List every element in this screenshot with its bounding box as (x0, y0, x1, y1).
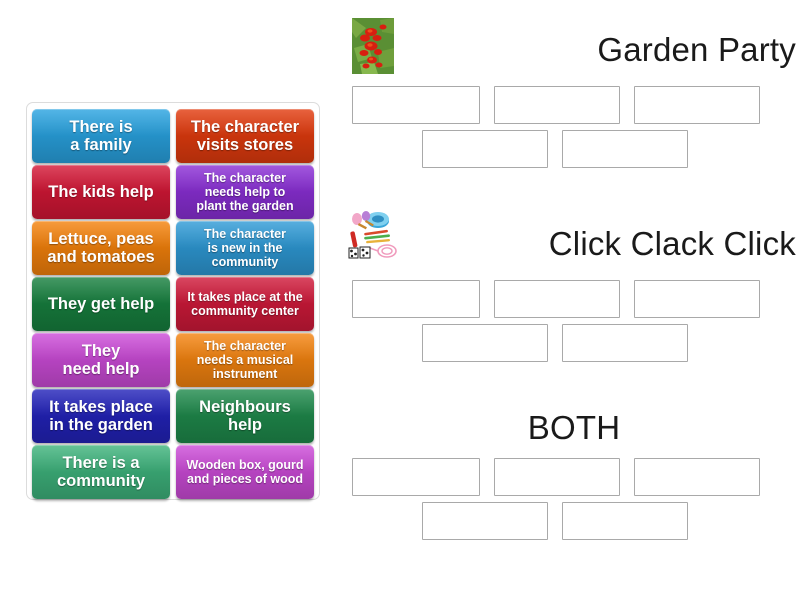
dropzone-area (352, 458, 796, 540)
tile-label: The character needs help to plant the gard… (196, 171, 294, 213)
tile[interactable]: It takes place in the garden (32, 389, 170, 443)
garden-plant-photo-icon (352, 18, 394, 74)
tile[interactable]: Lettuce, peas and tomatoes (32, 221, 170, 275)
dropzone-row (352, 324, 796, 362)
dropzone-row (352, 280, 796, 318)
tile[interactable]: The character is new in the community (176, 221, 314, 275)
group-header: Garden Party (352, 14, 796, 86)
dropzone[interactable] (634, 280, 760, 318)
dropzone[interactable] (422, 502, 548, 540)
tile-label: They get help (47, 294, 155, 313)
tile-label: Wooden box, gourd and pieces of wood (186, 458, 304, 486)
tile[interactable]: The character visits stores (176, 109, 314, 163)
tile[interactable]: Neighbours help (176, 389, 314, 443)
tile[interactable]: It takes place at the community center (176, 277, 314, 331)
dropzone[interactable] (352, 86, 480, 124)
group-title: BOTH (527, 409, 621, 446)
tile[interactable]: Wooden box, gourd and pieces of wood (176, 445, 314, 499)
dropzone[interactable] (634, 458, 760, 496)
tile-label: The character needs a musical instrument (196, 339, 294, 381)
dropzone[interactable] (422, 324, 548, 362)
dropzone[interactable] (634, 86, 760, 124)
tile[interactable]: The kids help (32, 165, 170, 219)
dropzone[interactable] (352, 458, 480, 496)
dropzone[interactable] (494, 86, 620, 124)
dropzone[interactable] (422, 130, 548, 168)
tile-grid: There is a family The character visits stor… (32, 109, 314, 499)
group-garden-party: Garden Party (352, 14, 796, 174)
tile-label: The character visits stores (190, 117, 300, 154)
tile-label: It takes place in the garden (49, 397, 153, 434)
tile-label: Neighbours help (199, 397, 291, 434)
tile[interactable]: They get help (32, 277, 170, 331)
dropzone[interactable] (562, 324, 688, 362)
group-title: Garden Party (597, 31, 796, 68)
tile-label: There is a family (69, 117, 133, 154)
group-title: Click Clack Click (548, 225, 796, 262)
group-both: BOTH (352, 398, 796, 546)
dropzone-area (352, 280, 796, 362)
garden-plant-photo-svg (352, 18, 394, 74)
dropzone-area (352, 86, 796, 168)
tile-label: It takes place at the community center (187, 290, 303, 318)
tile-label: They need help (62, 341, 140, 378)
tile-label: There is a community (56, 453, 145, 490)
musical-instruments-svg (344, 210, 402, 262)
tile-label: Lettuce, peas and tomatoes (47, 229, 155, 266)
tile[interactable]: There is a family (32, 109, 170, 163)
musical-instruments-illustration-icon (344, 210, 402, 262)
dropzone[interactable] (494, 280, 620, 318)
dropzone-row (352, 502, 796, 540)
dropzone-row (352, 458, 796, 496)
dropzone-row (352, 130, 796, 168)
tile-label: The character is new in the community (204, 227, 286, 269)
tile[interactable]: The character needs help to plant the gard… (176, 165, 314, 219)
dropzone[interactable] (352, 280, 480, 318)
dropzone[interactable] (494, 458, 620, 496)
group-header: Click Clack Click (344, 208, 796, 280)
tile[interactable]: The character needs a musical instrument (176, 333, 314, 387)
tile-label: The kids help (48, 182, 154, 201)
dropzone[interactable] (562, 130, 688, 168)
tile[interactable]: There is a community (32, 445, 170, 499)
dropzone[interactable] (562, 502, 688, 540)
activity-canvas: There is a family The character visits stor… (0, 0, 800, 600)
dropzone-row (352, 86, 796, 124)
group-header: BOTH (352, 398, 796, 458)
tile[interactable]: They need help (32, 333, 170, 387)
group-click-clack-click: Click Clack Click (344, 208, 796, 368)
draggable-tiles-panel: There is a family The character visits stor… (26, 102, 320, 500)
